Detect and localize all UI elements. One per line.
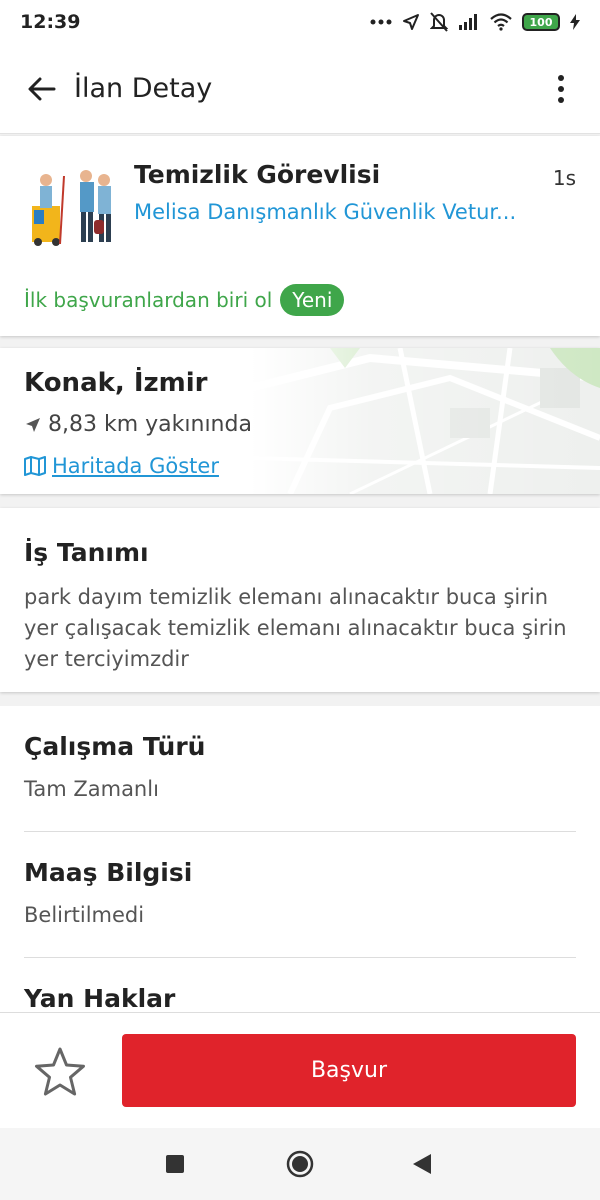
dot-2 [558, 85, 564, 92]
divider [24, 831, 576, 832]
page-title: İlan Detay [74, 73, 213, 104]
signal-icon [459, 14, 477, 30]
more-options-button[interactable] [546, 69, 576, 109]
more-notifications-icon [370, 19, 392, 25]
status-time: 12:39 [20, 11, 81, 33]
favorite-star-icon[interactable] [30, 1043, 90, 1103]
company-logo-cleaners-icon [32, 170, 111, 246]
dot-3 [558, 96, 564, 103]
bell-off-icon [430, 12, 448, 32]
distance-text: 8,83 km yakınında [48, 412, 252, 437]
job-header-card: Temizlik Görevlisi 1s Melisa Danışmanlık… [0, 136, 600, 336]
status-bar: 12:39 100 [0, 0, 600, 44]
job-description-card: İş Tanımı park dayım temizlik elemanı al… [0, 508, 600, 692]
early-applicant-row: İlk başvuranlardan biri ol Yeni [24, 284, 345, 316]
benefits-label: Yan Haklar [24, 984, 176, 1013]
home-circle-icon[interactable] [286, 1150, 314, 1178]
salary-label: Maaş Bilgisi [24, 858, 193, 887]
wifi-icon [490, 13, 512, 31]
navigation-arrow-icon [26, 417, 40, 432]
status-icons: 100 [370, 12, 580, 32]
early-applicant-text: İlk başvuranlardan biri ol [24, 288, 273, 312]
apply-button[interactable]: Başvur [122, 1034, 576, 1107]
company-name-link[interactable]: Melisa Danışmanlık Güvenlik Vetur... [134, 200, 574, 224]
back-button[interactable] [24, 71, 60, 107]
arrow-left-icon [28, 77, 56, 100]
new-badge: Yeni [280, 284, 345, 316]
job-title: Temizlik Görevlisi [134, 160, 381, 189]
location-arrow-icon [403, 14, 419, 30]
app-bar: İlan Detay [0, 44, 600, 134]
location-card: Konak, İzmir 8,83 km yakınında Haritada … [0, 348, 600, 494]
show-on-map-label[interactable]: Haritada Göster [52, 454, 219, 478]
bottom-action-bar: Başvur [0, 1012, 600, 1128]
system-nav-bar [0, 1128, 600, 1200]
map-background [250, 348, 600, 494]
location-city: Konak, İzmir [24, 368, 208, 398]
salary-item: Maaş Bilgisi Belirtilmedi [24, 858, 576, 927]
battery-indicator: 100 [522, 13, 560, 31]
benefits-item: Yan Haklar [24, 984, 576, 1013]
back-triangle-icon[interactable] [413, 1154, 431, 1174]
divider [24, 957, 576, 958]
distance-row: 8,83 km yakınında [24, 412, 252, 437]
dot-1 [558, 74, 564, 81]
show-on-map-link[interactable]: Haritada Göster [24, 454, 219, 478]
work-type-item: Çalışma Türü Tam Zamanlı [24, 732, 576, 801]
work-type-value: Tam Zamanlı [24, 777, 159, 801]
map-icon [24, 456, 46, 476]
description-text: park dayım temizlik elemanı alınacaktır … [24, 585, 567, 671]
recent-apps-icon[interactable] [166, 1155, 184, 1173]
salary-value: Belirtilmedi [24, 903, 145, 927]
description-title: İş Tanımı [24, 538, 149, 567]
work-type-label: Çalışma Türü [24, 732, 206, 761]
job-details-card: Çalışma Türü Tam Zamanlı Maaş Bilgisi Be… [0, 706, 600, 1016]
job-posted-age: 1s [552, 166, 576, 190]
charging-icon [570, 14, 580, 30]
